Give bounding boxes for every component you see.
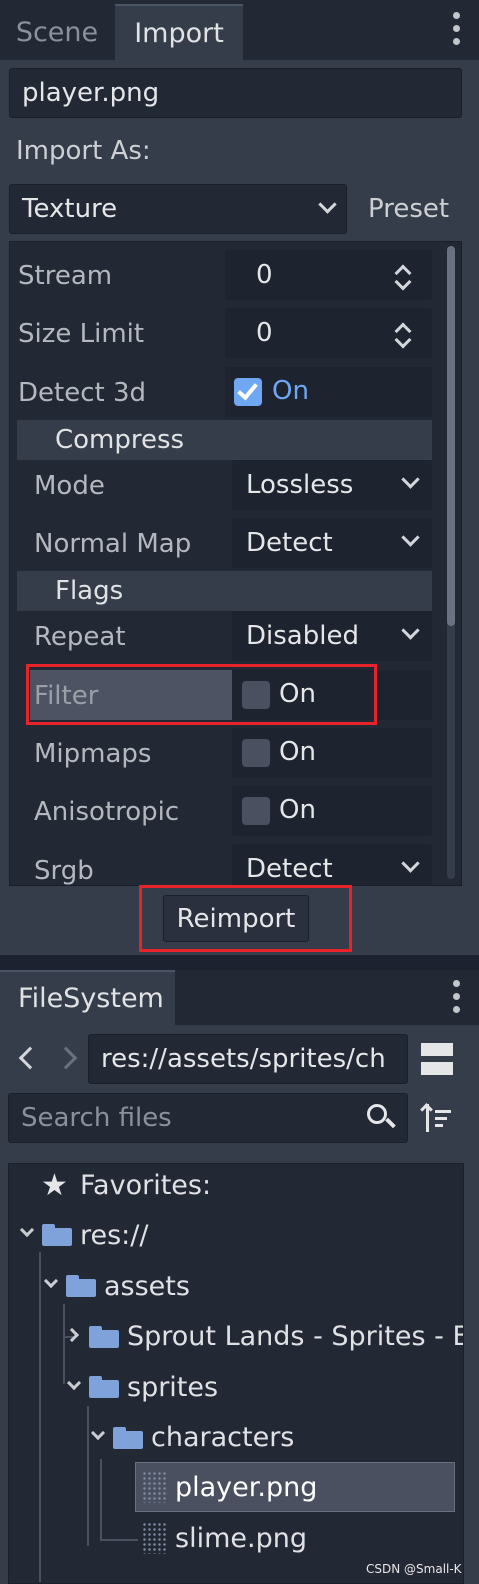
srgb-label: Srgb <box>34 856 94 886</box>
preset-button[interactable]: Preset <box>368 194 449 224</box>
tree-guide <box>87 1406 89 1546</box>
detect-3d-toggle[interactable]: On <box>225 367 432 417</box>
size-limit-label: Size Limit <box>18 319 145 349</box>
filesystem-tree: ★ Favorites: res:// assets Sprout Lands … <box>8 1163 464 1584</box>
srgb-value: Detect <box>246 854 333 884</box>
folder-icon <box>42 1224 72 1246</box>
checkbox-unchecked-icon[interactable] <box>242 797 270 825</box>
mode-label: Mode <box>34 471 105 501</box>
chevron-down-icon <box>401 528 420 547</box>
inspector-scrollbar-thumb[interactable] <box>447 246 455 626</box>
tree-item-assets[interactable]: assets <box>104 1271 190 1302</box>
split-view-icon[interactable] <box>421 1043 453 1075</box>
size-limit-value: 0 <box>256 318 273 348</box>
chevron-down-icon[interactable] <box>90 1425 106 1441</box>
detect-3d-value: On <box>272 376 309 406</box>
folder-icon <box>89 1376 119 1398</box>
tree-guide <box>39 1252 41 1582</box>
checkbox-unchecked-icon[interactable] <box>242 739 270 767</box>
import-as-dropdown[interactable]: Texture <box>9 184 347 234</box>
search-input[interactable]: Search files <box>8 1093 408 1143</box>
normal-map-value: Detect <box>246 528 333 558</box>
tree-item-slime[interactable]: slime.png <box>175 1523 307 1554</box>
png-thumbnail-icon <box>142 1471 168 1503</box>
chevron-down-icon[interactable] <box>19 1222 35 1238</box>
import-dock-tabbar: Scene Import <box>0 0 479 60</box>
anisotropic-label: Anisotropic <box>34 797 180 827</box>
import-file-name: player.png <box>9 68 462 118</box>
import-as-label: Import As: <box>16 136 151 166</box>
tab-filesystem[interactable]: FileSystem <box>0 970 175 1025</box>
stream-value: 0 <box>256 260 273 290</box>
tree-item-res[interactable]: res:// <box>80 1220 148 1251</box>
watermark: CSDN @Small-K <box>366 1562 462 1576</box>
flags-section-header[interactable]: Flags <box>17 571 432 611</box>
stream-spinbox[interactable]: 0 <box>225 250 432 300</box>
import-as-value: Texture <box>22 194 118 224</box>
tab-import[interactable]: Import <box>115 4 243 60</box>
import-properties-inspector: Stream 0 Size Limit 0 Detect 3d On Compr… <box>9 241 462 886</box>
tree-guide <box>63 1304 65 1384</box>
repeat-value: Disabled <box>246 621 359 651</box>
search-placeholder: Search files <box>21 1103 172 1133</box>
mode-value: Lossless <box>246 470 354 500</box>
tree-item-player-selected[interactable]: player.png <box>135 1462 455 1512</box>
tree-guide <box>100 1459 102 1541</box>
chevron-down-icon <box>401 854 420 873</box>
tree-item-player-label: player.png <box>175 1472 318 1503</box>
reimport-highlight-annotation <box>139 885 352 952</box>
tree-item-characters[interactable]: characters <box>151 1422 294 1453</box>
folder-icon <box>66 1275 96 1297</box>
search-icon[interactable] <box>367 1104 387 1124</box>
tree-guide <box>100 1539 138 1541</box>
mipmaps-toggle[interactable]: On <box>232 728 432 778</box>
folder-icon <box>89 1326 119 1348</box>
detect-3d-label: Detect 3d <box>18 378 147 408</box>
size-limit-spinbox[interactable]: 0 <box>225 308 432 358</box>
filter-highlight-annotation <box>26 664 377 725</box>
chevron-down-icon <box>401 621 420 640</box>
repeat-dropdown[interactable]: Disabled <box>232 611 432 661</box>
mipmaps-label: Mipmaps <box>34 739 152 769</box>
chevron-down-icon <box>401 470 420 489</box>
chevron-right-icon[interactable] <box>64 1327 80 1343</box>
stream-label: Stream <box>18 261 113 291</box>
chevron-down-icon[interactable] <box>66 1375 82 1391</box>
favorites-label[interactable]: Favorites: <box>80 1170 211 1201</box>
dock-menu-icon[interactable] <box>452 12 460 45</box>
png-thumbnail-icon <box>142 1522 168 1554</box>
normal-map-label: Normal Map <box>34 529 192 559</box>
inspector-scrollbar[interactable] <box>447 246 455 879</box>
chevron-down-icon[interactable] <box>43 1273 59 1289</box>
tree-item-sprout-lands[interactable]: Sprout Lands - Sprites - B <box>127 1321 463 1352</box>
tab-scene[interactable]: Scene <box>0 4 114 60</box>
srgb-dropdown[interactable]: Detect <box>232 844 432 885</box>
anisotropic-toggle[interactable]: On <box>232 786 432 836</box>
path-field[interactable]: res://assets/sprites/ch <box>88 1034 408 1084</box>
checkbox-checked-icon[interactable] <box>234 378 262 406</box>
filesystem-tabbar: FileSystem <box>0 970 479 1025</box>
mipmaps-value: On <box>279 737 316 767</box>
folder-icon <box>113 1427 143 1449</box>
repeat-label: Repeat <box>34 622 126 652</box>
anisotropic-value: On <box>279 795 316 825</box>
dock-menu-icon[interactable] <box>452 980 460 1013</box>
normal-map-dropdown[interactable]: Detect <box>232 518 432 568</box>
tree-item-sprites[interactable]: sprites <box>127 1372 218 1403</box>
chevron-down-icon <box>318 195 337 214</box>
compress-section-header[interactable]: Compress <box>17 420 432 460</box>
sort-icon[interactable] <box>420 1102 453 1134</box>
star-icon: ★ <box>41 1168 68 1203</box>
mode-dropdown[interactable]: Lossless <box>232 460 432 510</box>
